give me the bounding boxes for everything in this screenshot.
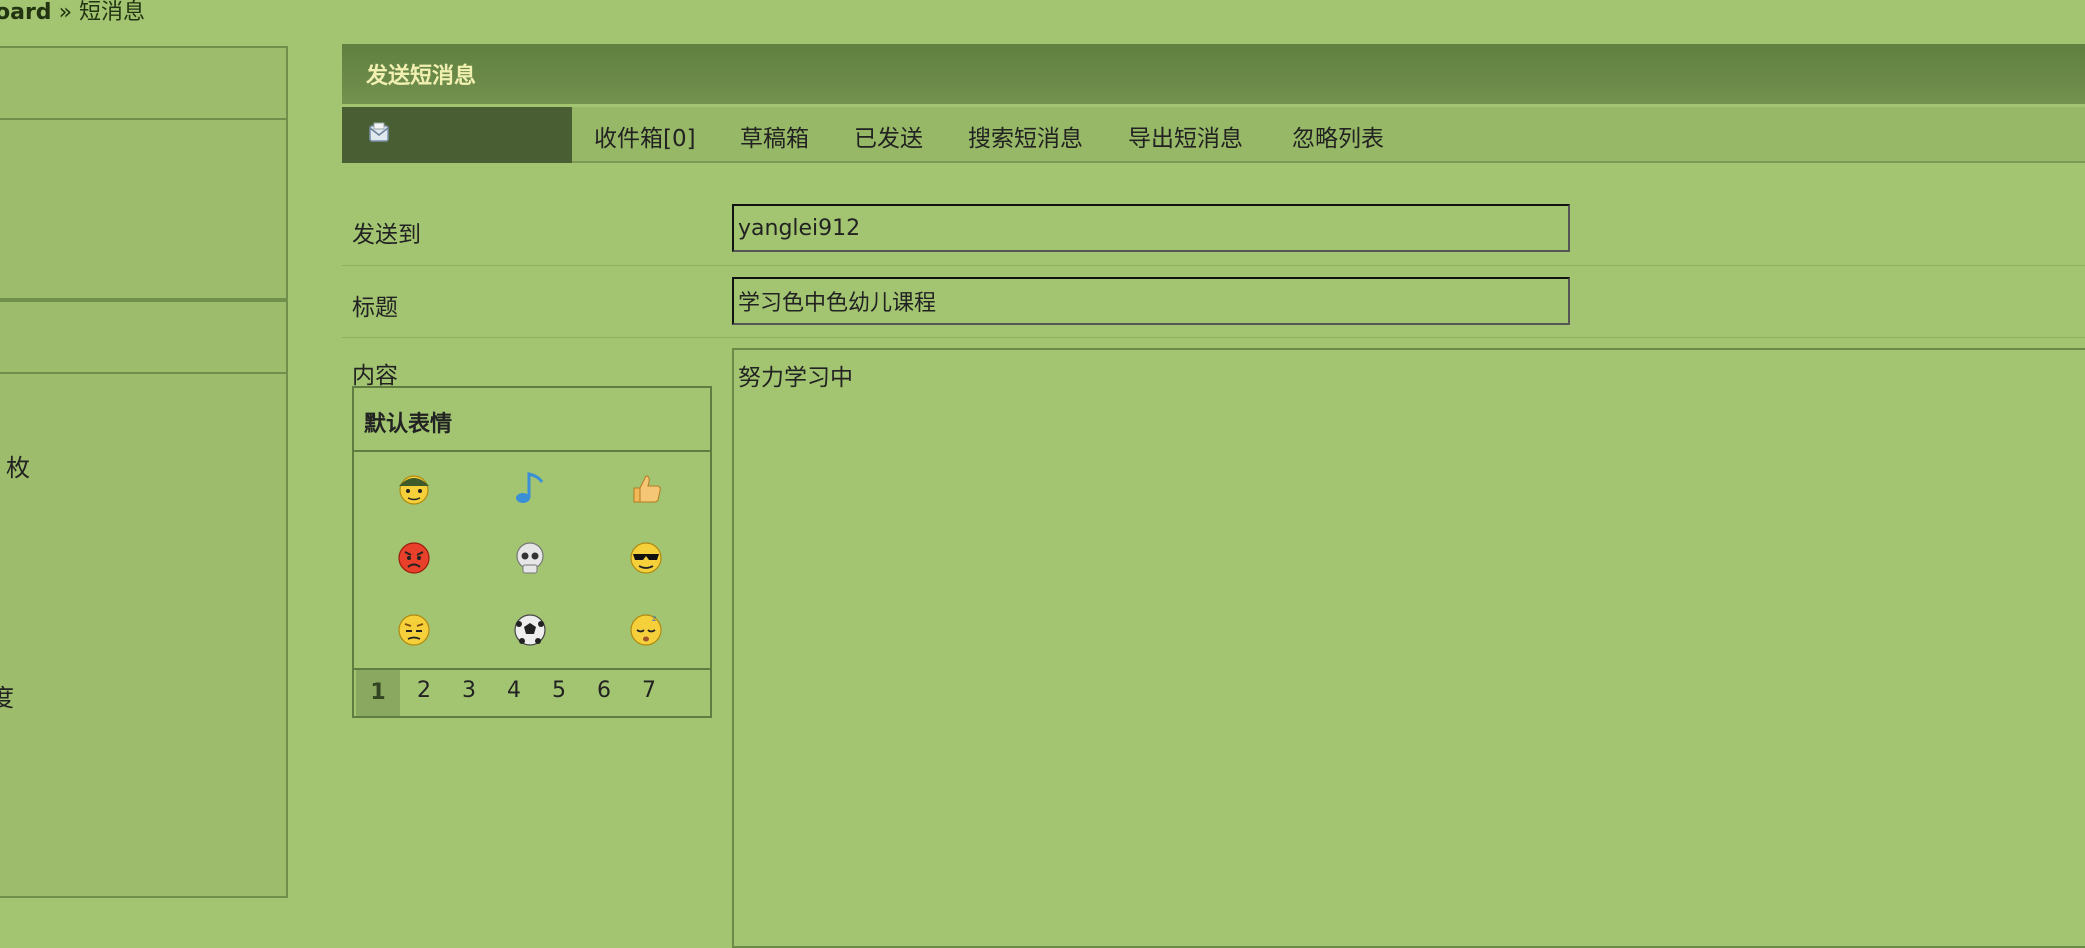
subject-label: 标题 xyxy=(352,295,398,321)
form-divider xyxy=(342,265,2085,266)
sidebar-info-header xyxy=(0,302,286,374)
sidebar-info-box: 枚 度 xyxy=(0,300,288,898)
form-divider xyxy=(342,337,2085,338)
tab-export-messages[interactable]: 导出短消息 xyxy=(1128,119,1243,153)
recipient-input[interactable] xyxy=(732,204,1570,252)
tab-ignore-list[interactable]: 忽略列表 xyxy=(1292,119,1384,153)
sidebar-text-coins: 枚 xyxy=(6,454,30,482)
subject-input[interactable] xyxy=(732,277,1570,325)
smilies-page-1[interactable]: 1 xyxy=(356,670,400,716)
smilies-page-5[interactable]: 5 xyxy=(537,678,581,703)
smilies-title: 默认表情 xyxy=(364,412,453,437)
tab-search-messages[interactable]: 搜索短消息 xyxy=(968,119,1083,153)
smilies-page-2[interactable]: 2 xyxy=(402,678,446,703)
smilies-divider xyxy=(354,450,710,452)
tab-sent[interactable]: 已发送 xyxy=(854,119,923,153)
sleepy-smiley-icon[interactable]: z xyxy=(626,610,666,650)
breadcrumb-separator: » xyxy=(58,0,73,25)
angry-smiley-icon[interactable] xyxy=(394,538,434,578)
recipient-label: 发送到 xyxy=(352,222,421,248)
tab-drafts[interactable]: 草稿箱 xyxy=(740,119,809,153)
cool-sunglasses-smiley-icon[interactable] xyxy=(626,538,666,578)
soccer-ball-icon[interactable] xyxy=(510,610,550,650)
smilies-divider xyxy=(354,668,710,670)
breadcrumb: oard » 短消息 xyxy=(0,0,145,26)
breadcrumb-current: 短消息 xyxy=(79,0,146,25)
tab-inbox[interactable]: 收件箱[0] xyxy=(594,119,696,153)
smilies-page-3[interactable]: 3 xyxy=(447,678,491,703)
skull-icon[interactable] xyxy=(510,538,550,578)
sidebar-profile-box xyxy=(0,46,288,300)
message-nav-bar: 收件箱[0] 草稿箱 已发送 搜索短消息 导出短消息 忽略列表 xyxy=(342,107,2085,163)
content-textarea[interactable]: 努力学习中 xyxy=(732,348,2085,948)
compose-tab[interactable] xyxy=(342,107,572,163)
smilies-page-6[interactable]: 6 xyxy=(582,678,626,703)
music-note-icon[interactable] xyxy=(510,468,550,508)
soldier-smiley-icon[interactable] xyxy=(394,468,434,508)
mail-envelope-icon xyxy=(369,122,389,142)
smilies-page-7[interactable]: 7 xyxy=(627,678,671,703)
smilies-page-4[interactable]: 4 xyxy=(492,678,536,703)
svg-text:z: z xyxy=(652,614,656,623)
smilies-panel: 默认表情 z 1 2 3 4 5 6 7 xyxy=(352,386,712,718)
frown-smiley-icon[interactable] xyxy=(394,610,434,650)
panel-header: 发送短消息 xyxy=(342,44,2085,104)
sidebar-text-degree: 度 xyxy=(0,684,14,712)
page-title: 发送短消息 xyxy=(366,64,477,89)
thumbs-up-icon[interactable] xyxy=(626,468,666,508)
sidebar-profile-header xyxy=(0,48,286,120)
content-label: 内容 xyxy=(352,363,398,389)
breadcrumb-home-link[interactable]: oard xyxy=(0,0,52,25)
